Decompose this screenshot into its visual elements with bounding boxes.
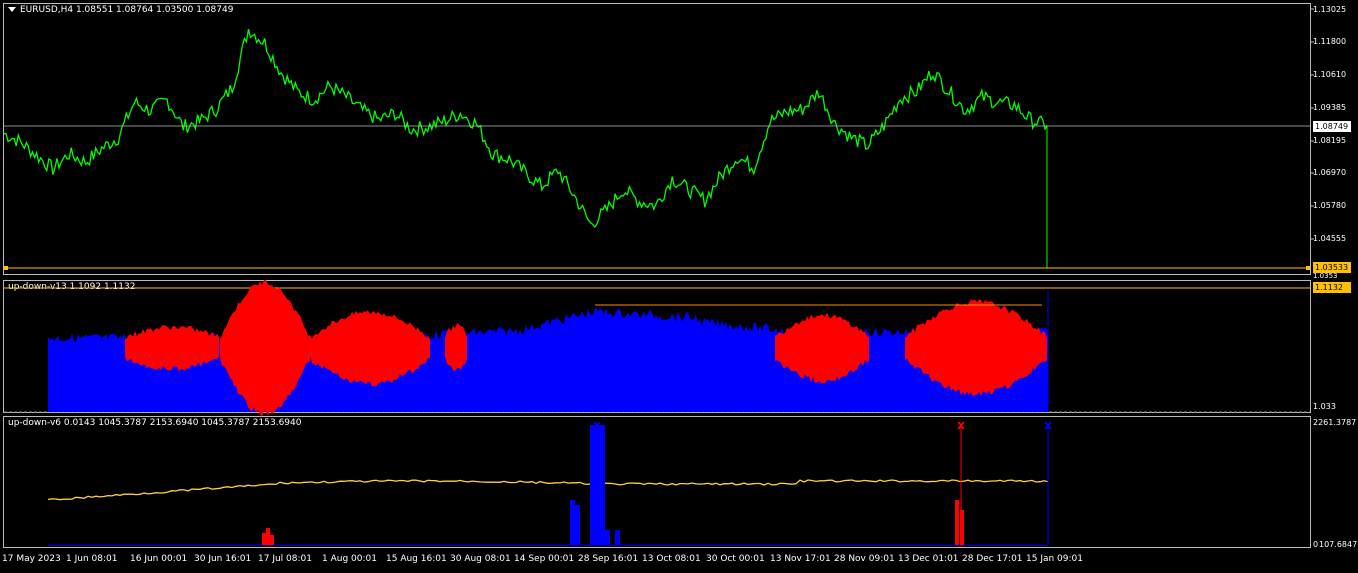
indicator-v6-red-bar — [262, 533, 266, 545]
time-label: 13 Dec 01:01 — [898, 554, 959, 564]
current-price-badge: 1.08749 — [1313, 121, 1351, 132]
indicator-v6-blue-bar — [595, 425, 600, 545]
price-axis-label: 1.08195 — [1313, 136, 1347, 145]
indicator-v13-red-area — [445, 323, 467, 371]
time-label: 13 Nov 17:01 — [770, 554, 831, 564]
time-label: 28 Nov 09:01 — [834, 554, 895, 564]
x-marker-icon: x — [593, 418, 601, 432]
time-label: 15 Jan 09:01 — [1026, 554, 1083, 564]
indicator-v6-red-bar — [955, 500, 959, 545]
low-level-marker — [4, 266, 8, 270]
indicator-v6-top-value: 2261.3787 — [1313, 418, 1357, 427]
time-label: 15 Aug 16:01 — [386, 554, 447, 564]
indicator-v6-bottom-value: 107.6847 — [1319, 540, 1358, 549]
indicator-v13-bottom-value: 1.033 — [1313, 402, 1336, 411]
time-label: 28 Dec 17:01 — [962, 554, 1023, 564]
chart-overlay: xxx — [4, 8, 1314, 546]
indicator-v6-bottom-overlap: 0 — [1313, 540, 1319, 549]
indicator-v6-red-bar — [266, 528, 270, 545]
indicator-v13-top-badge: 1.1132 — [1313, 282, 1351, 293]
x-marker-icon: x — [1044, 418, 1052, 432]
price-axis-label: 1.04555 — [1313, 234, 1347, 243]
time-label: 1 Aug 00:01 — [322, 554, 377, 564]
price-axis-label: 1.06970 — [1313, 168, 1347, 177]
time-label: 13 Oct 08:01 — [642, 554, 701, 564]
indicator-v6-blue-bar — [615, 530, 620, 545]
time-label: 17 May 2023 — [2, 554, 61, 564]
price-axis-label: 1.05780 — [1313, 201, 1347, 210]
price-axis-label: 1.10610 — [1313, 70, 1347, 79]
time-label: 28 Sep 16:01 — [578, 554, 639, 564]
time-label: 30 Oct 00:01 — [706, 554, 765, 564]
indicator-v6-blue-bar — [570, 500, 575, 545]
time-label: 16 Jun 00:01 — [130, 554, 188, 564]
price-axis-label: 1.11800 — [1313, 37, 1347, 46]
price-line — [4, 29, 1048, 229]
price-axis-label: 1.09385 — [1313, 103, 1347, 112]
time-label: 30 Jun 16:01 — [194, 554, 252, 564]
indicator-v6-red-bar — [270, 535, 274, 545]
x-marker-icon: x — [957, 418, 965, 432]
low-level-marker — [1306, 266, 1310, 270]
indicator-v6-blue-bar — [600, 425, 605, 545]
indicator-v6-blue-bar — [605, 530, 610, 545]
time-label: 17 Jul 08:01 — [258, 554, 312, 564]
indicator-v6-blue-bar — [575, 505, 580, 545]
time-label: 1 Jun 08:01 — [66, 554, 118, 564]
price-axis-label: 1.13025 — [1313, 5, 1347, 14]
time-label: 14 Sep 00:01 — [514, 554, 575, 564]
time-label: 30 Aug 08:01 — [450, 554, 511, 564]
indicator-v6-blue-bar — [590, 425, 595, 545]
time-axis: 17 May 2023 1 Jun 08:01 16 Jun 00:01 30 … — [0, 554, 1358, 570]
indicator-v13-secondary-value: 1.0353 — [1313, 272, 1338, 280]
indicator-v6-line — [47, 479, 1049, 501]
